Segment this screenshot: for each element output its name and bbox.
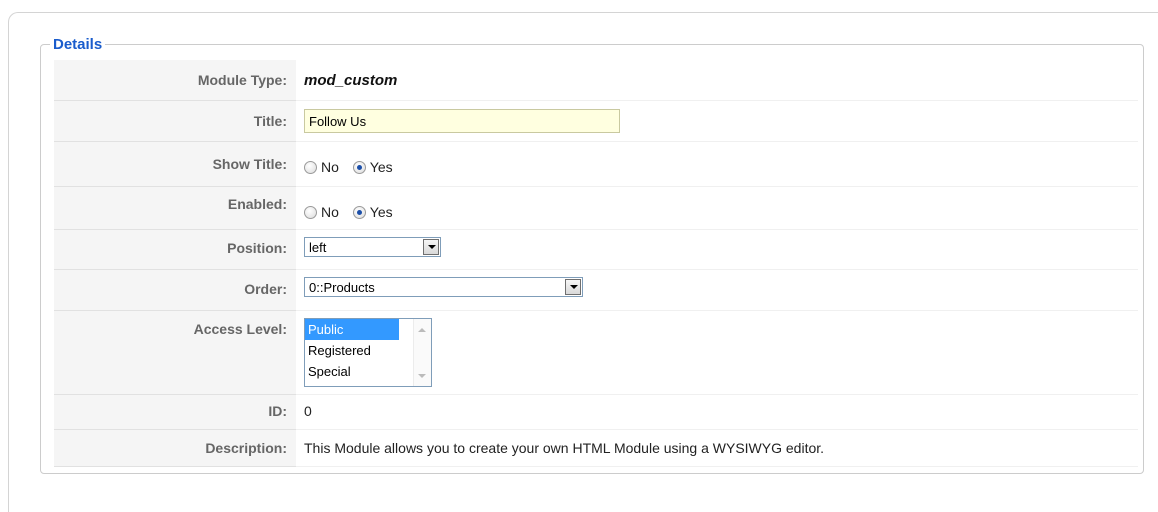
row-enabled: Enabled: No Yes [54, 187, 1138, 230]
row-title: Title: [54, 101, 1138, 142]
access-level-cell: Public Registered Special [296, 311, 1138, 395]
module-type-value: mod_custom [304, 72, 398, 89]
id-value: 0 [304, 403, 312, 419]
id-cell: 0 [296, 395, 1138, 430]
access-level-scrollbar[interactable] [413, 319, 431, 386]
row-id: ID: 0 [54, 395, 1138, 430]
module-type-label: Module Type: [54, 60, 296, 101]
position-cell: left [296, 230, 1138, 270]
show-title-yes-label: Yes [369, 158, 393, 175]
access-level-option-registered[interactable]: Registered [305, 340, 399, 361]
title-label: Title: [54, 101, 296, 142]
order-cell: 0::Products [296, 270, 1138, 311]
enabled-yes-radio[interactable] [352, 205, 366, 219]
row-order: Order: 0::Products [54, 270, 1138, 311]
title-cell [296, 101, 1138, 142]
enabled-no-label: No [321, 203, 339, 220]
position-selected-value: left [309, 240, 327, 255]
details-legend: Details [53, 36, 103, 53]
module-type-cell: mod_custom [296, 60, 1138, 101]
description-cell: This Module allows you to create your ow… [296, 430, 1138, 467]
row-description: Description: This Module allows you to c… [54, 430, 1138, 467]
id-label: ID: [54, 395, 296, 430]
scroll-up-icon[interactable] [418, 328, 426, 332]
show-title-cell: No Yes [296, 142, 1138, 187]
row-position: Position: left [54, 230, 1138, 270]
order-label: Order: [54, 270, 296, 311]
show-title-no-radio[interactable] [304, 160, 317, 174]
title-input[interactable] [304, 109, 620, 133]
description-label: Description: [54, 430, 296, 467]
access-level-label: Access Level: [54, 311, 296, 395]
show-title-yes-radio[interactable] [352, 160, 366, 174]
order-chevron-down-icon[interactable] [565, 279, 581, 295]
position-select[interactable]: left [304, 237, 441, 257]
access-level-option-special[interactable]: Special [305, 361, 399, 382]
row-access-level: Access Level: Public Registered Special [54, 311, 1138, 395]
show-title-no-label: No [321, 158, 339, 175]
row-show-title: Show Title: No Yes [54, 142, 1138, 187]
access-level-listbox[interactable]: Public Registered Special [304, 318, 432, 387]
position-chevron-down-icon[interactable] [423, 239, 439, 255]
enabled-yes-label: Yes [369, 203, 393, 220]
enabled-cell: No Yes [296, 187, 1138, 230]
order-selected-value: 0::Products [309, 280, 375, 295]
order-select[interactable]: 0::Products [304, 277, 583, 297]
description-value: This Module allows you to create your ow… [304, 440, 825, 456]
show-title-label: Show Title: [54, 142, 296, 187]
scroll-down-icon[interactable] [418, 374, 426, 378]
row-module-type: Module Type: mod_custom [54, 60, 1138, 101]
position-label: Position: [54, 230, 296, 270]
enabled-label: Enabled: [54, 187, 296, 230]
enabled-no-radio[interactable] [304, 205, 317, 219]
access-level-option-public[interactable]: Public [305, 319, 399, 340]
